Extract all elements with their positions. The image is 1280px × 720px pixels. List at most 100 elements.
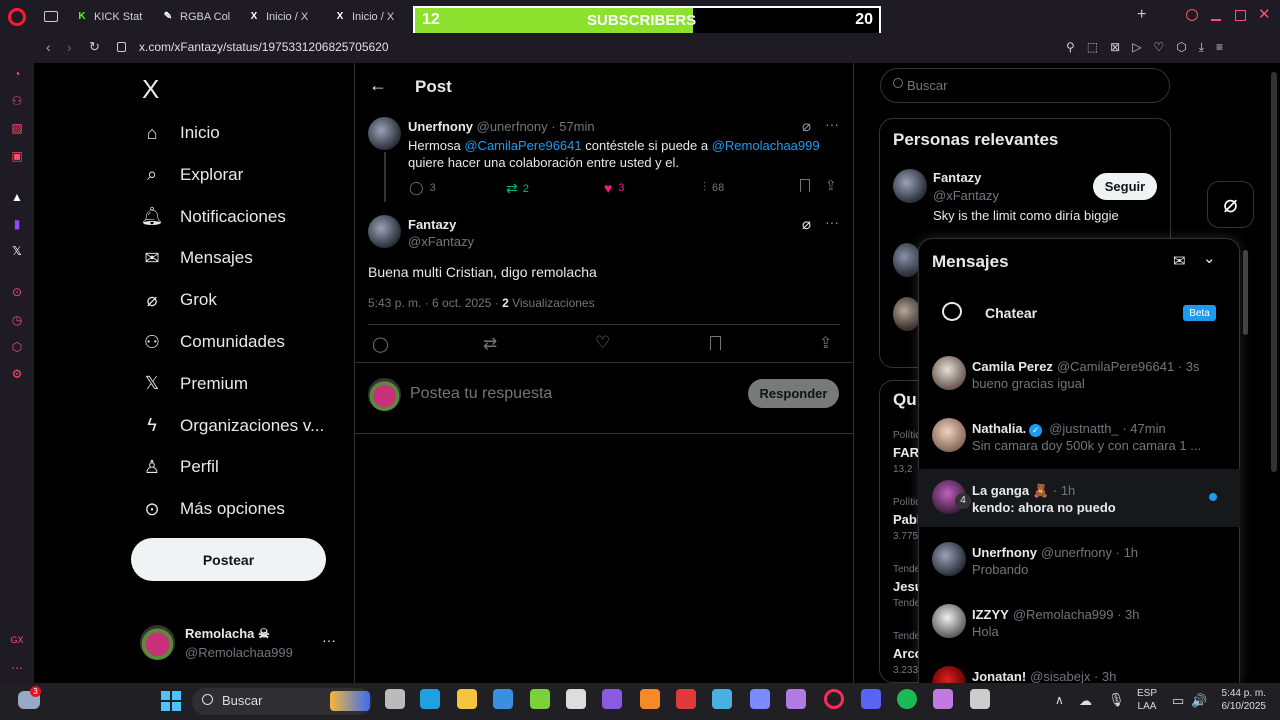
relevant-avatar-3[interactable] <box>893 297 921 331</box>
timestamp-text[interactable]: 5:43 p. m. · 6 oct. 2025 · <box>368 296 502 310</box>
pin-icon[interactable]: ⚲ <box>1066 40 1075 55</box>
nav-item-perfil[interactable]: ♙ Perfil <box>141 456 219 478</box>
app-icon[interactable] <box>712 689 732 709</box>
like-icon[interactable]: ♡ <box>595 333 610 353</box>
bookmark-icon[interactable] <box>710 336 721 350</box>
taskbar-search-text[interactable]: Buscar <box>222 693 262 708</box>
app-icon[interactable] <box>970 689 990 709</box>
relevant-avatar[interactable] <box>893 169 927 203</box>
gx-icon[interactable]: GX <box>10 633 24 647</box>
nav-item-organizaciones-v-[interactable]: ϟ Organizaciones v... <box>141 415 324 437</box>
tweet-author-handle[interactable]: @unerfnony <box>477 119 548 134</box>
conversation-row[interactable]: 4 La ganga 🧸 · 1h kendo: ahora no puedo <box>918 469 1240 527</box>
tweet-author-handle[interactable]: @xFantazy <box>408 234 474 249</box>
nav-item-inicio[interactable]: ⌂ Inicio <box>141 122 220 144</box>
drawer-scrollbar[interactable] <box>1243 250 1248 335</box>
nav-item-premium[interactable]: 𝕏 Premium <box>141 373 248 395</box>
screenshot-icon[interactable]: ⬚ <box>1087 40 1098 55</box>
nav-item-comunidades[interactable]: ⚇ Comunidades <box>141 331 285 353</box>
browser-tab[interactable]: X Inicio / X <box>328 0 414 33</box>
tab-manager-icon[interactable] <box>44 11 58 22</box>
tweet-time[interactable]: · 57min <box>551 119 594 134</box>
settings-icon[interactable]: ⚙ <box>10 367 24 381</box>
account-avatar[interactable] <box>140 625 175 660</box>
nav-item-grok[interactable]: ⌀ Grok <box>141 289 217 311</box>
extensions-icon[interactable]: ⬡ <box>10 340 24 354</box>
more-icon[interactable]: ⋯ <box>10 661 24 675</box>
language-indicator[interactable]: ESP LAA <box>1137 687 1157 713</box>
like-action[interactable]: ♥ 3 <box>604 180 624 196</box>
reply-input[interactable]: Postea tu respuesta <box>410 385 552 403</box>
edge-icon[interactable] <box>420 689 440 709</box>
chat-icon[interactable] <box>933 689 953 709</box>
sidebar-app-icon[interactable]: ▣ <box>10 149 24 163</box>
nav-item-notificaciones[interactable]: 🔔︎ Notificaciones <box>141 206 286 228</box>
follow-button[interactable]: Seguir <box>1093 173 1157 200</box>
conversation-row[interactable]: Unerfnony @unerfnony · 1h Probando <box>918 531 1240 589</box>
share-icon[interactable]: ⇪ <box>825 177 837 194</box>
bookmark-icon[interactable] <box>800 179 810 192</box>
relevant-name[interactable]: Fantazy <box>933 170 981 185</box>
trend-name[interactable]: Pabl <box>893 512 920 527</box>
onedrive-icon[interactable]: ☁ <box>1079 693 1092 709</box>
clock[interactable]: 5:44 p. m. 6/10/2025 <box>1214 687 1267 713</box>
relevant-avatar-2[interactable] <box>893 243 921 277</box>
nav-item-explorar[interactable]: ⌕ Explorar <box>141 164 243 186</box>
repost-icon[interactable]: ⇄ <box>483 334 497 354</box>
forward-icon[interactable]: › <box>67 39 72 55</box>
conversation-row[interactable]: Camila Perez @CamilaPere96641 · 3s bueno g… <box>918 345 1240 403</box>
file-explorer-window-icon[interactable] <box>385 689 405 709</box>
sidebar-app-icon[interactable]: ⚇ <box>10 94 24 108</box>
reply-action[interactable]: ◯ 3 <box>409 180 436 196</box>
grok-icon[interactable]: ⌀ <box>802 117 811 135</box>
nav-item-más-opciones[interactable]: ⊙ Más opciones <box>141 498 284 520</box>
play-icon[interactable]: ▷ <box>1132 40 1141 55</box>
repost-action[interactable]: ⇄ 2 <box>506 180 529 197</box>
sidebar-app-icon[interactable]: ▨ <box>10 121 24 135</box>
sidebar-app-icon[interactable]: ▲ <box>10 190 24 204</box>
tweet-more-icon[interactable]: ··· <box>825 116 839 132</box>
share-icon[interactable]: ⇪ <box>819 333 832 353</box>
new-tab-icon[interactable]: + <box>1137 6 1146 24</box>
page-scrollbar[interactable] <box>1271 72 1277 472</box>
reply-icon[interactable]: ◯ <box>372 335 389 353</box>
unerfnony-avatar[interactable] <box>368 117 401 150</box>
nav-item-mensajes[interactable]: ✉ Mensajes <box>141 247 252 269</box>
tweet-author-name[interactable]: Fantazy <box>408 217 456 232</box>
x-logo-icon[interactable]: X <box>142 74 159 105</box>
browser-tab[interactable]: X Inicio / X <box>242 0 328 33</box>
reply-button[interactable]: Responder <box>748 379 839 408</box>
collapse-icon[interactable]: ⌄ <box>1203 249 1216 267</box>
new-message-icon[interactable]: ✉ <box>1173 252 1186 270</box>
tweet-more-icon[interactable]: ··· <box>825 214 839 230</box>
heart-icon[interactable]: ♡ <box>1153 40 1164 55</box>
maximize-icon[interactable] <box>1235 10 1246 21</box>
history-icon[interactable]: ◷ <box>10 313 24 327</box>
chat-label[interactable]: Chatear <box>985 305 1037 321</box>
back-arrow-icon[interactable]: ← <box>369 75 387 96</box>
conversation-row[interactable]: Nathalia. ✓ @justnatth_ · 47min Sin camara … <box>918 407 1240 465</box>
browser-tab[interactable]: ✎ RGBA Col <box>156 0 242 33</box>
search-input[interactable]: Buscar <box>907 78 947 93</box>
windows-start-icon[interactable] <box>161 691 181 711</box>
gamepad-icon[interactable] <box>786 689 806 709</box>
opera-gx-icon[interactable] <box>824 689 844 709</box>
extensions-icon[interactable]: ⬡ <box>1176 40 1186 55</box>
account-more-icon[interactable]: ··· <box>322 632 336 648</box>
app-icon[interactable] <box>530 689 550 709</box>
browser-tab[interactable]: K KICK Stat <box>70 0 156 33</box>
aria-icon[interactable]: ◔ <box>10 67 24 81</box>
brave-icon[interactable] <box>640 689 660 709</box>
discord-icon[interactable] <box>861 689 881 709</box>
grok-icon[interactable]: ⌀ <box>802 215 811 233</box>
close-window-icon[interactable]: ✕ <box>1258 5 1271 23</box>
player-icon[interactable]: ⊙ <box>10 285 24 299</box>
menu-icon[interactable]: ≡ <box>1216 40 1223 55</box>
reload-icon[interactable]: ↻ <box>89 39 100 55</box>
grok-float-icon[interactable]: ⌀ <box>1207 181 1254 228</box>
microphone-icon[interactable]: 🎙 <box>1108 692 1125 708</box>
fantazy-avatar[interactable] <box>368 215 401 248</box>
app-icon[interactable] <box>750 689 770 709</box>
chrome-like-icon[interactable] <box>566 689 586 709</box>
download-icon[interactable]: ⤓ <box>1199 40 1204 55</box>
